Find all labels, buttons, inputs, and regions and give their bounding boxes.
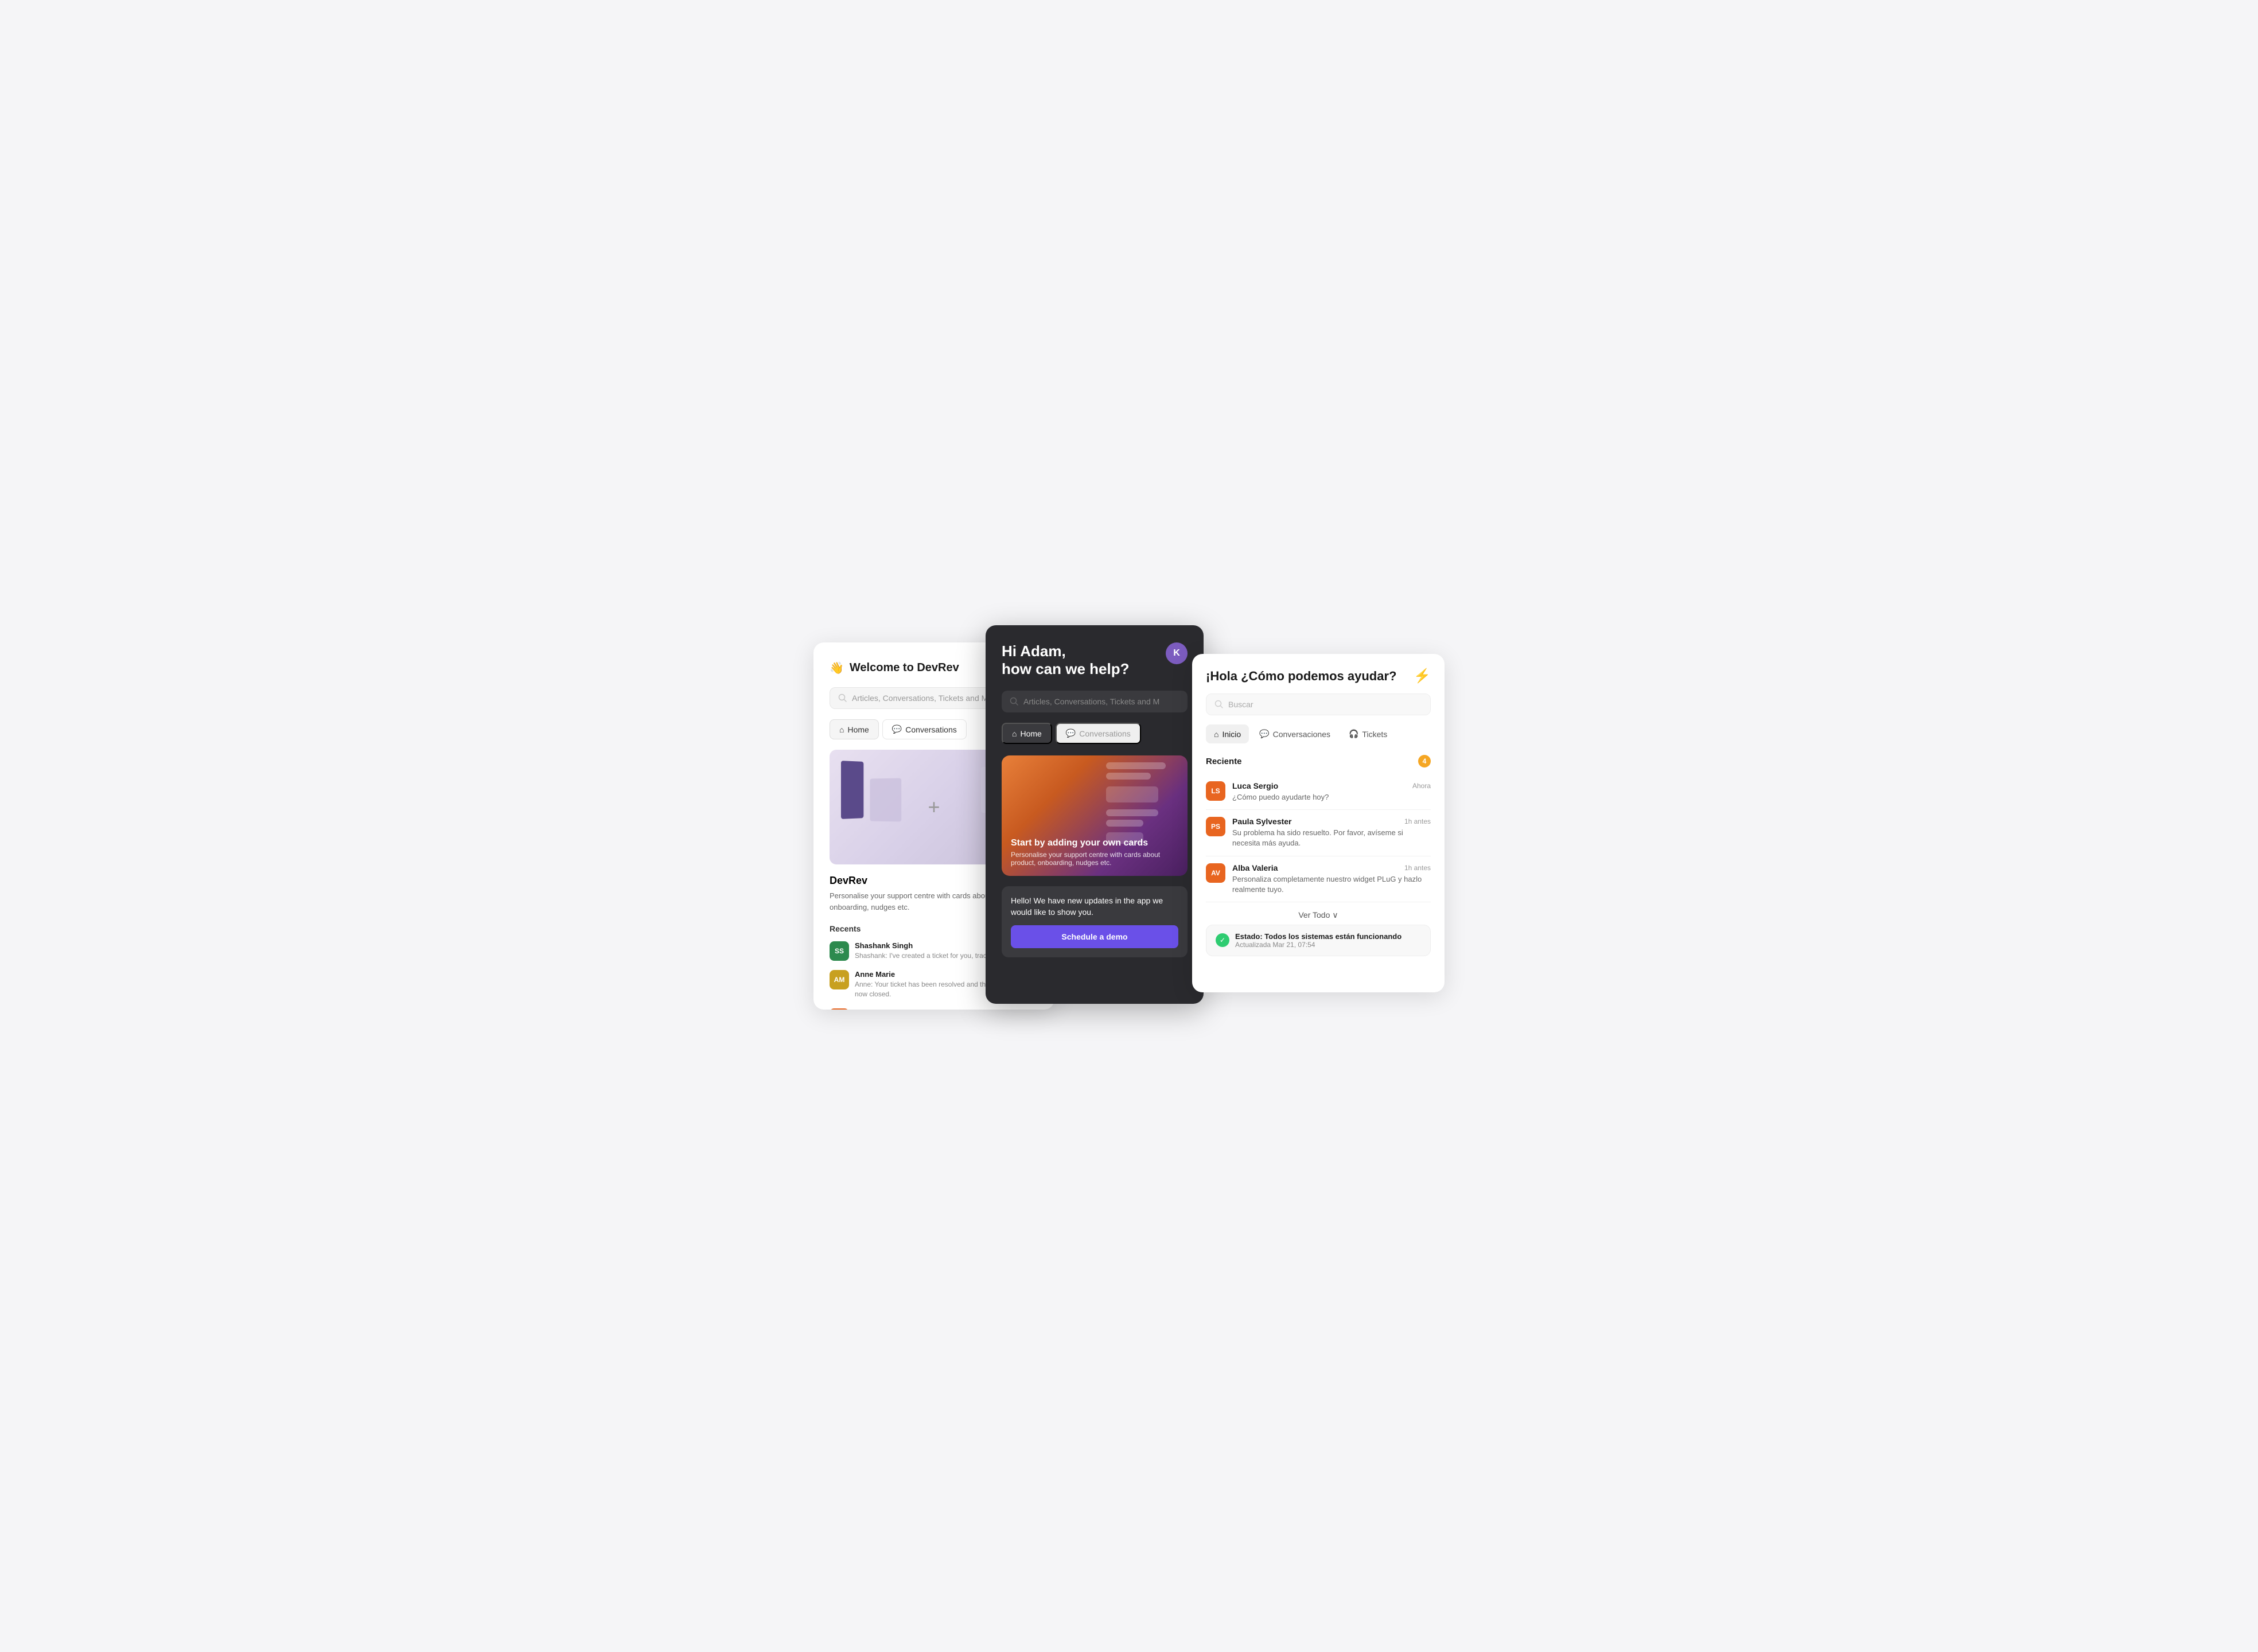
promo-bar-2 [1106, 773, 1151, 780]
home-icon: ⌂ [839, 725, 844, 734]
chevron-down-icon: ∨ [1332, 910, 1338, 920]
tab-inicio-label: Inicio [1222, 730, 1241, 739]
tab-inicio[interactable]: ⌂ Inicio [1206, 724, 1249, 743]
dark-tabs: ⌂ Home 💬 Conversations [1002, 723, 1188, 744]
update-text: Hello! We have new updates in the app we… [1011, 895, 1178, 918]
card-right-header: ¡Hola ¿Cómo podemos ayudar? ⚡ [1206, 668, 1431, 684]
dark-tab-conversations[interactable]: 💬 Conversations [1056, 723, 1141, 744]
dark-search-placeholder: Articles, Conversations, Tickets and M [1023, 697, 1159, 706]
promo-bar-1 [1106, 762, 1166, 769]
conv-name-0: Luca Sergio [1232, 781, 1278, 790]
spanish-search-placeholder: Buscar [1228, 700, 1253, 709]
card-spanish: ¡Hola ¿Cómo podemos ayudar? ⚡ Buscar ⌂ I… [1192, 654, 1445, 992]
promo-mockup [1106, 762, 1181, 844]
ver-todo-button[interactable]: Ver Todo ∨ [1206, 902, 1431, 925]
tab-conversaciones[interactable]: 💬 Conversaciones [1251, 724, 1338, 743]
conv-time-2: 1h antes [1404, 864, 1431, 872]
recent-item-2: JH Jacob Hamilton Jacob: Please let me k… [830, 1008, 1038, 1010]
conv-item-2[interactable]: AV Alba Valeria 1h antes Personaliza com… [1206, 856, 1431, 902]
conv-item-1[interactable]: PS Paula Sylvester 1h antes Su problema … [1206, 810, 1431, 856]
conv-name-row-2: Alba Valeria 1h antes [1232, 863, 1431, 872]
dark-search-icon [1010, 697, 1019, 706]
plus-icon: + [928, 795, 940, 819]
promo-bar-3 [1106, 809, 1158, 816]
status-updated: Actualizada Mar 21, 07:54 [1235, 941, 1401, 949]
conv-time-1: 1h antes [1404, 817, 1431, 825]
conv-name-row-1: Paula Sylvester 1h antes [1232, 817, 1431, 826]
conv-text-0: Luca Sergio Ahora ¿Cómo puedo ayudarte h… [1232, 781, 1431, 802]
welcome-title: 👋 Welcome to DevRev [830, 661, 959, 675]
status-title: Estado: Todos los sistemas están funcion… [1235, 932, 1401, 941]
tab-conversaciones-label: Conversaciones [1273, 730, 1330, 739]
conv-text-1: Paula Sylvester 1h antes Su problema ha … [1232, 817, 1431, 848]
welcome-text: Welcome to DevRev [850, 661, 959, 675]
scene: 👋 Welcome to DevRev Articles, Conversati… [813, 625, 1445, 1027]
spanish-title: ¡Hola ¿Cómo podemos ayudar? [1206, 669, 1396, 684]
spanish-search[interactable]: Buscar [1206, 693, 1431, 715]
conv-name-2: Alba Valeria [1232, 863, 1278, 872]
avatar-ss: SS [830, 941, 849, 961]
avatar-ps: PS [1206, 817, 1225, 836]
greeting-line1: Hi Adam, [1002, 642, 1129, 660]
recent-name-2: Jacob Hamilton [855, 1008, 1037, 1010]
inicio-icon: ⌂ [1214, 730, 1218, 739]
card-dark-header: Hi Adam, how can we help? K [1002, 642, 1188, 678]
lightning-icon: ⚡ [1414, 668, 1431, 684]
user-avatar: K [1166, 642, 1188, 664]
conv-name-row-0: Luca Sergio Ahora [1232, 781, 1431, 790]
recent-text-2: Jacob Hamilton Jacob: Please let me know… [855, 1008, 1037, 1010]
status-icon: ✓ [1216, 933, 1229, 947]
avatar-jh: JH [830, 1008, 849, 1010]
promo-desc: Personalise your support centre with car… [1011, 851, 1178, 867]
promo-bar-4 [1106, 820, 1143, 827]
greeting: Hi Adam, how can we help? [1002, 642, 1129, 678]
tab-conversations-back[interactable]: 💬 Conversations [882, 719, 967, 739]
status-text: Estado: Todos los sistemas están funcion… [1235, 932, 1401, 949]
hero-block-1 [841, 761, 863, 819]
conv-time-0: Ahora [1412, 782, 1431, 790]
conv-msg-2: Personaliza completamente nuestro widget… [1232, 874, 1431, 895]
dark-search[interactable]: Articles, Conversations, Tickets and M [1002, 691, 1188, 712]
schedule-button[interactable]: Schedule a demo [1011, 925, 1178, 948]
conv-item-0[interactable]: LS Luca Sergio Ahora ¿Cómo puedo ayudart… [1206, 774, 1431, 810]
spanish-search-icon [1214, 700, 1224, 709]
promo-card: Start by adding your own cards Personali… [1002, 755, 1188, 876]
avatar-am: AM [830, 970, 849, 989]
tab-home-label: Home [847, 725, 869, 734]
dark-tab-home-label: Home [1020, 729, 1041, 738]
wave-emoji: 👋 [830, 661, 844, 675]
card-dark: Hi Adam, how can we help? K Articles, Co… [986, 625, 1204, 1004]
dark-tab-home[interactable]: ⌂ Home [1002, 723, 1052, 744]
dark-tab-conv-label: Conversations [1079, 729, 1131, 738]
reciente-label: Reciente [1206, 757, 1242, 766]
tab-tickets-label: Tickets [1362, 730, 1387, 739]
tab-home-back[interactable]: ⌂ Home [830, 719, 879, 739]
ver-todo-label: Ver Todo [1298, 910, 1330, 919]
conv-msg-1: Su problema ha sido resuelto. Por favor,… [1232, 828, 1431, 848]
tickets-icon: 🎧 [1349, 729, 1358, 739]
conv-icon-right: 💬 [1259, 729, 1269, 739]
conv-msg-0: ¿Cómo puedo ayudarte hoy? [1232, 792, 1431, 802]
promo-block-1 [1106, 786, 1158, 802]
spanish-tabs: ⌂ Inicio 💬 Conversaciones 🎧 Tickets [1206, 724, 1431, 743]
conversations-icon: 💬 [892, 724, 902, 734]
search-placeholder: Articles, Conversations, Tickets and Mor… [852, 693, 1000, 703]
reciente-row: Reciente 4 [1206, 755, 1431, 767]
conv-text-2: Alba Valeria 1h antes Personaliza comple… [1232, 863, 1431, 895]
avatar-av: AV [1206, 863, 1225, 883]
dark-home-icon: ⌂ [1012, 729, 1017, 738]
avatar-ls: LS [1206, 781, 1225, 801]
tab-conversations-label: Conversations [905, 725, 957, 734]
status-bar: ✓ Estado: Todos los sistemas están funci… [1206, 925, 1431, 956]
greeting-line2: how can we help? [1002, 660, 1129, 678]
tab-tickets[interactable]: 🎧 Tickets [1341, 724, 1395, 743]
badge-count: 4 [1418, 755, 1431, 767]
conv-name-1: Paula Sylvester [1232, 817, 1292, 826]
hero-block-2 [870, 778, 901, 822]
search-icon [838, 693, 847, 703]
update-banner: Hello! We have new updates in the app we… [1002, 886, 1188, 957]
dark-conv-icon: 💬 [1066, 728, 1076, 738]
promo-block-2 [1106, 832, 1143, 844]
